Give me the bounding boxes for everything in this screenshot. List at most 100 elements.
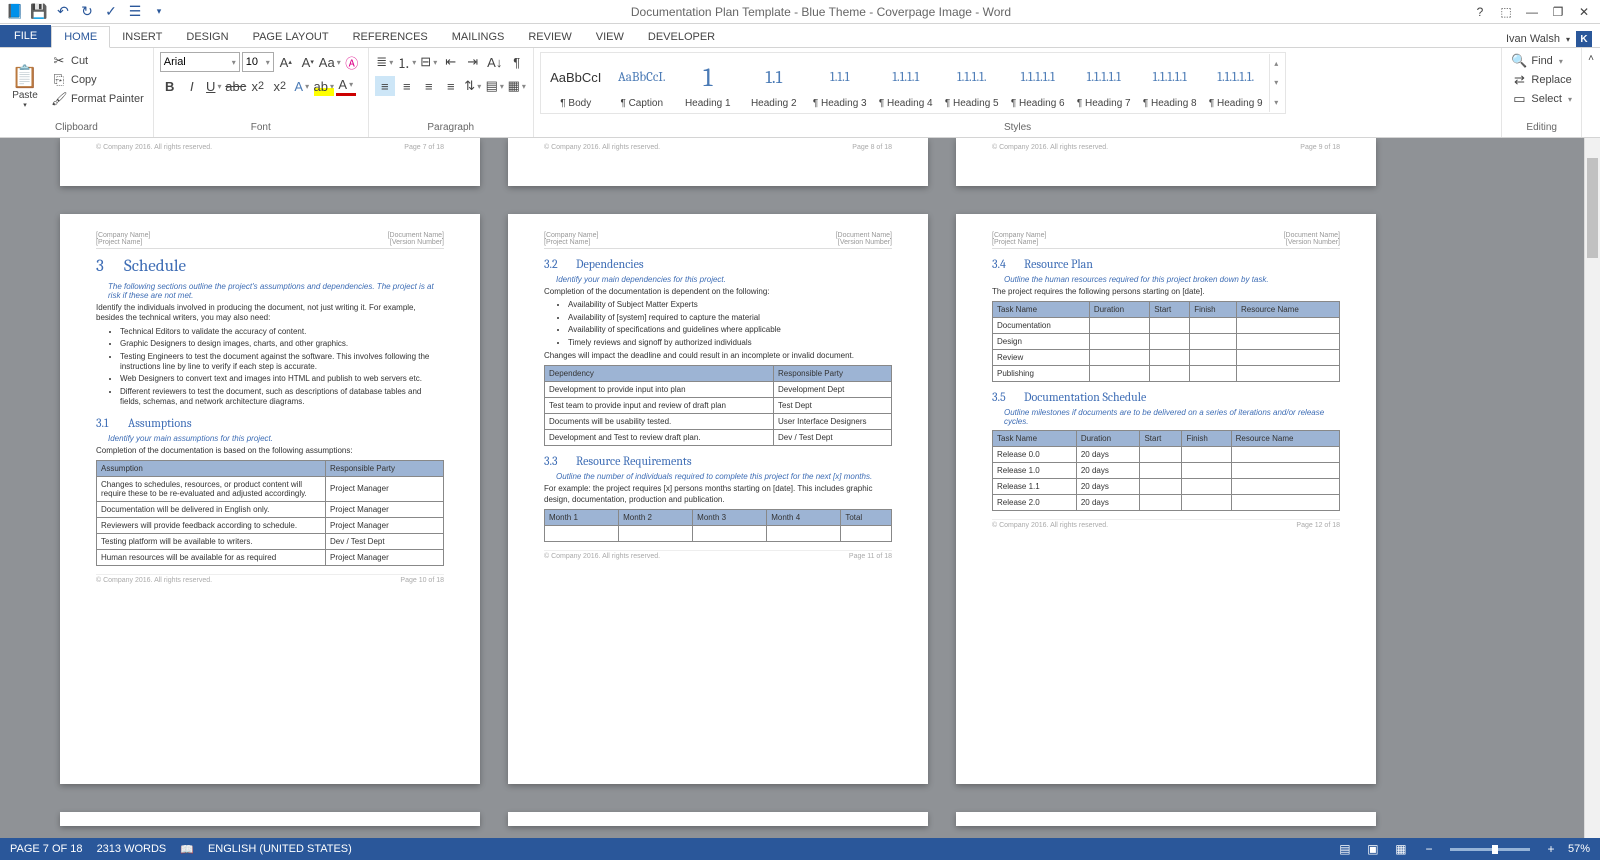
style-item[interactable]: 1.1.1.1.¶ Heading 5 <box>939 54 1005 112</box>
word-icon[interactable]: 📘 <box>4 2 26 22</box>
align-right-icon[interactable]: ≡ <box>419 76 439 96</box>
document-area[interactable]: © Company 2016. All rights reserved.Page… <box>0 138 1600 838</box>
tab-mailings[interactable]: MAILINGS <box>440 27 517 47</box>
superscript-icon[interactable]: x2 <box>270 76 290 96</box>
select-button[interactable]: ▭Select▾ <box>1508 90 1575 108</box>
ribbon-display-icon[interactable]: ⬚ <box>1494 2 1518 22</box>
vertical-scrollbar[interactable] <box>1584 138 1600 838</box>
bullets-icon[interactable]: ≣▾ <box>375 52 395 72</box>
save-button[interactable]: 💾 <box>28 2 50 22</box>
align-left-icon[interactable]: ≡ <box>375 76 395 96</box>
tab-insert[interactable]: INSERT <box>110 27 174 47</box>
status-language[interactable]: ENGLISH (UNITED STATES) <box>208 843 352 856</box>
show-marks-icon[interactable]: ¶ <box>507 52 527 72</box>
undo-button[interactable]: ↶ <box>52 2 74 22</box>
font-name-select[interactable]: Arial▾ <box>160 52 240 72</box>
numbering-icon[interactable]: ⒈▾ <box>397 52 417 72</box>
status-page[interactable]: PAGE 7 OF 18 <box>10 843 83 856</box>
grow-font-icon[interactable]: A▴ <box>276 52 296 72</box>
highlight-icon[interactable]: ab▾ <box>314 76 334 96</box>
page-stub: © Company 2016. All rights reserved.Page… <box>508 138 928 186</box>
redo-button[interactable]: ↻ <box>76 2 98 22</box>
tab-home[interactable]: HOME <box>51 26 110 48</box>
resource-plan-table: Task NameDurationStartFinishResource Nam… <box>992 301 1340 382</box>
style-item[interactable]: 1.1.1.1.1¶ Heading 8 <box>1137 54 1203 112</box>
bold-icon[interactable]: B <box>160 76 180 96</box>
shrink-font-icon[interactable]: A▾ <box>298 52 318 72</box>
style-item[interactable]: 1Heading 1 <box>675 54 741 112</box>
line-spacing-icon[interactable]: ⇅▾ <box>463 76 483 96</box>
font-size-select[interactable]: 10▾ <box>242 52 274 72</box>
strikethrough-icon[interactable]: abc <box>226 76 246 96</box>
document-page[interactable]: [Company Name][Project Name][Document Na… <box>956 214 1376 784</box>
format-painter-button[interactable]: 🖌Format Painter <box>48 90 147 108</box>
zoom-slider[interactable] <box>1450 848 1530 851</box>
italic-icon[interactable]: I <box>182 76 202 96</box>
status-words[interactable]: 2313 WORDS <box>97 843 167 856</box>
print-layout-icon[interactable]: ▣ <box>1362 840 1384 858</box>
find-button[interactable]: 🔍Find▾ <box>1508 52 1575 70</box>
style-item[interactable]: 1.1Heading 2 <box>741 54 807 112</box>
assumptions-table: AssumptionResponsible Party Changes to s… <box>96 460 444 566</box>
style-item[interactable]: 1.1.1.1.1.¶ Heading 9 <box>1203 54 1269 112</box>
style-item[interactable]: 1.1.1.1¶ Heading 4 <box>873 54 939 112</box>
decrease-indent-icon[interactable]: ⇤ <box>441 52 461 72</box>
tab-view[interactable]: VIEW <box>584 27 636 47</box>
multilevel-list-icon[interactable]: ⊟▾ <box>419 52 439 72</box>
restore-icon[interactable]: ❐ <box>1546 2 1570 22</box>
copy-button[interactable]: ⎘Copy <box>48 71 147 89</box>
minimize-icon[interactable]: — <box>1520 2 1544 22</box>
style-item[interactable]: 1.1.1.1.1¶ Heading 7 <box>1071 54 1137 112</box>
document-page[interactable]: [Company Name][Project Name][Document Na… <box>60 214 480 784</box>
clear-formatting-icon[interactable]: Ⓐ <box>342 52 362 72</box>
tab-references[interactable]: REFERENCES <box>341 27 440 47</box>
user-name[interactable]: Ivan Walsh <box>1506 33 1560 45</box>
replace-icon: ⇄ <box>1511 72 1527 88</box>
document-page[interactable]: [Company Name][Project Name][Document Na… <box>508 214 928 784</box>
qat-customize-icon[interactable]: ▾ <box>148 2 170 22</box>
zoom-level[interactable]: 57% <box>1568 843 1590 855</box>
style-scroll-btn[interactable]: ▾ <box>1270 93 1283 112</box>
collapse-ribbon-icon[interactable]: ˄ <box>1582 48 1600 68</box>
zoom-in-icon[interactable]: + <box>1540 840 1562 858</box>
style-item[interactable]: 1.1.1.1.1¶ Heading 6 <box>1005 54 1071 112</box>
style-scroll-btn[interactable]: ▴ <box>1270 54 1283 73</box>
help-icon[interactable]: ? <box>1468 2 1492 22</box>
increase-indent-icon[interactable]: ⇥ <box>463 52 483 72</box>
paste-button[interactable]: 📋 Paste ▾ <box>6 52 44 120</box>
style-scroll-btn[interactable]: ▾ <box>1270 73 1283 92</box>
web-layout-icon[interactable]: ▦ <box>1390 840 1412 858</box>
status-proofing-icon[interactable]: 📖 <box>180 843 194 856</box>
tab-design[interactable]: DESIGN <box>174 27 240 47</box>
close-icon[interactable]: ✕ <box>1572 2 1596 22</box>
cut-button[interactable]: ✂Cut <box>48 52 147 70</box>
window-title: Documentation Plan Template - Blue Theme… <box>174 5 1468 19</box>
text-effects-icon[interactable]: A▾ <box>292 76 312 96</box>
subscript-icon[interactable]: x2 <box>248 76 268 96</box>
replace-button[interactable]: ⇄Replace <box>1508 71 1575 89</box>
style-item[interactable]: 1.1.1¶ Heading 3 <box>807 54 873 112</box>
tab-page-layout[interactable]: PAGE LAYOUT <box>241 27 341 47</box>
scrollbar-thumb[interactable] <box>1587 158 1598 258</box>
shading-icon[interactable]: ▤▾ <box>485 76 505 96</box>
tab-developer[interactable]: DEVELOPER <box>636 27 727 47</box>
read-mode-icon[interactable]: ▤ <box>1334 840 1356 858</box>
spellcheck-icon[interactable]: ✓ <box>100 2 122 22</box>
group-clipboard-label: Clipboard <box>6 120 147 135</box>
underline-icon[interactable]: U▾ <box>204 76 224 96</box>
touch-mode-icon[interactable]: ☰ <box>124 2 146 22</box>
borders-icon[interactable]: ▦▾ <box>507 76 527 96</box>
style-item[interactable]: AaBbCcI.¶ Caption <box>609 54 675 112</box>
tab-review[interactable]: REVIEW <box>516 27 583 47</box>
style-item[interactable]: AaBbCcI¶ Body <box>543 54 609 112</box>
styles-gallery[interactable]: AaBbCcI¶ BodyAaBbCcI.¶ Caption1Heading 1… <box>540 52 1286 114</box>
sort-icon[interactable]: A↓ <box>485 52 505 72</box>
change-case-icon[interactable]: Aa▾ <box>320 52 340 72</box>
avatar[interactable]: K <box>1576 31 1592 47</box>
font-color-icon[interactable]: A▾ <box>336 76 356 96</box>
justify-icon[interactable]: ≡ <box>441 76 461 96</box>
zoom-out-icon[interactable]: − <box>1418 840 1440 858</box>
zoom-handle[interactable] <box>1492 845 1498 854</box>
tab-file[interactable]: FILE <box>0 25 51 47</box>
align-center-icon[interactable]: ≡ <box>397 76 417 96</box>
